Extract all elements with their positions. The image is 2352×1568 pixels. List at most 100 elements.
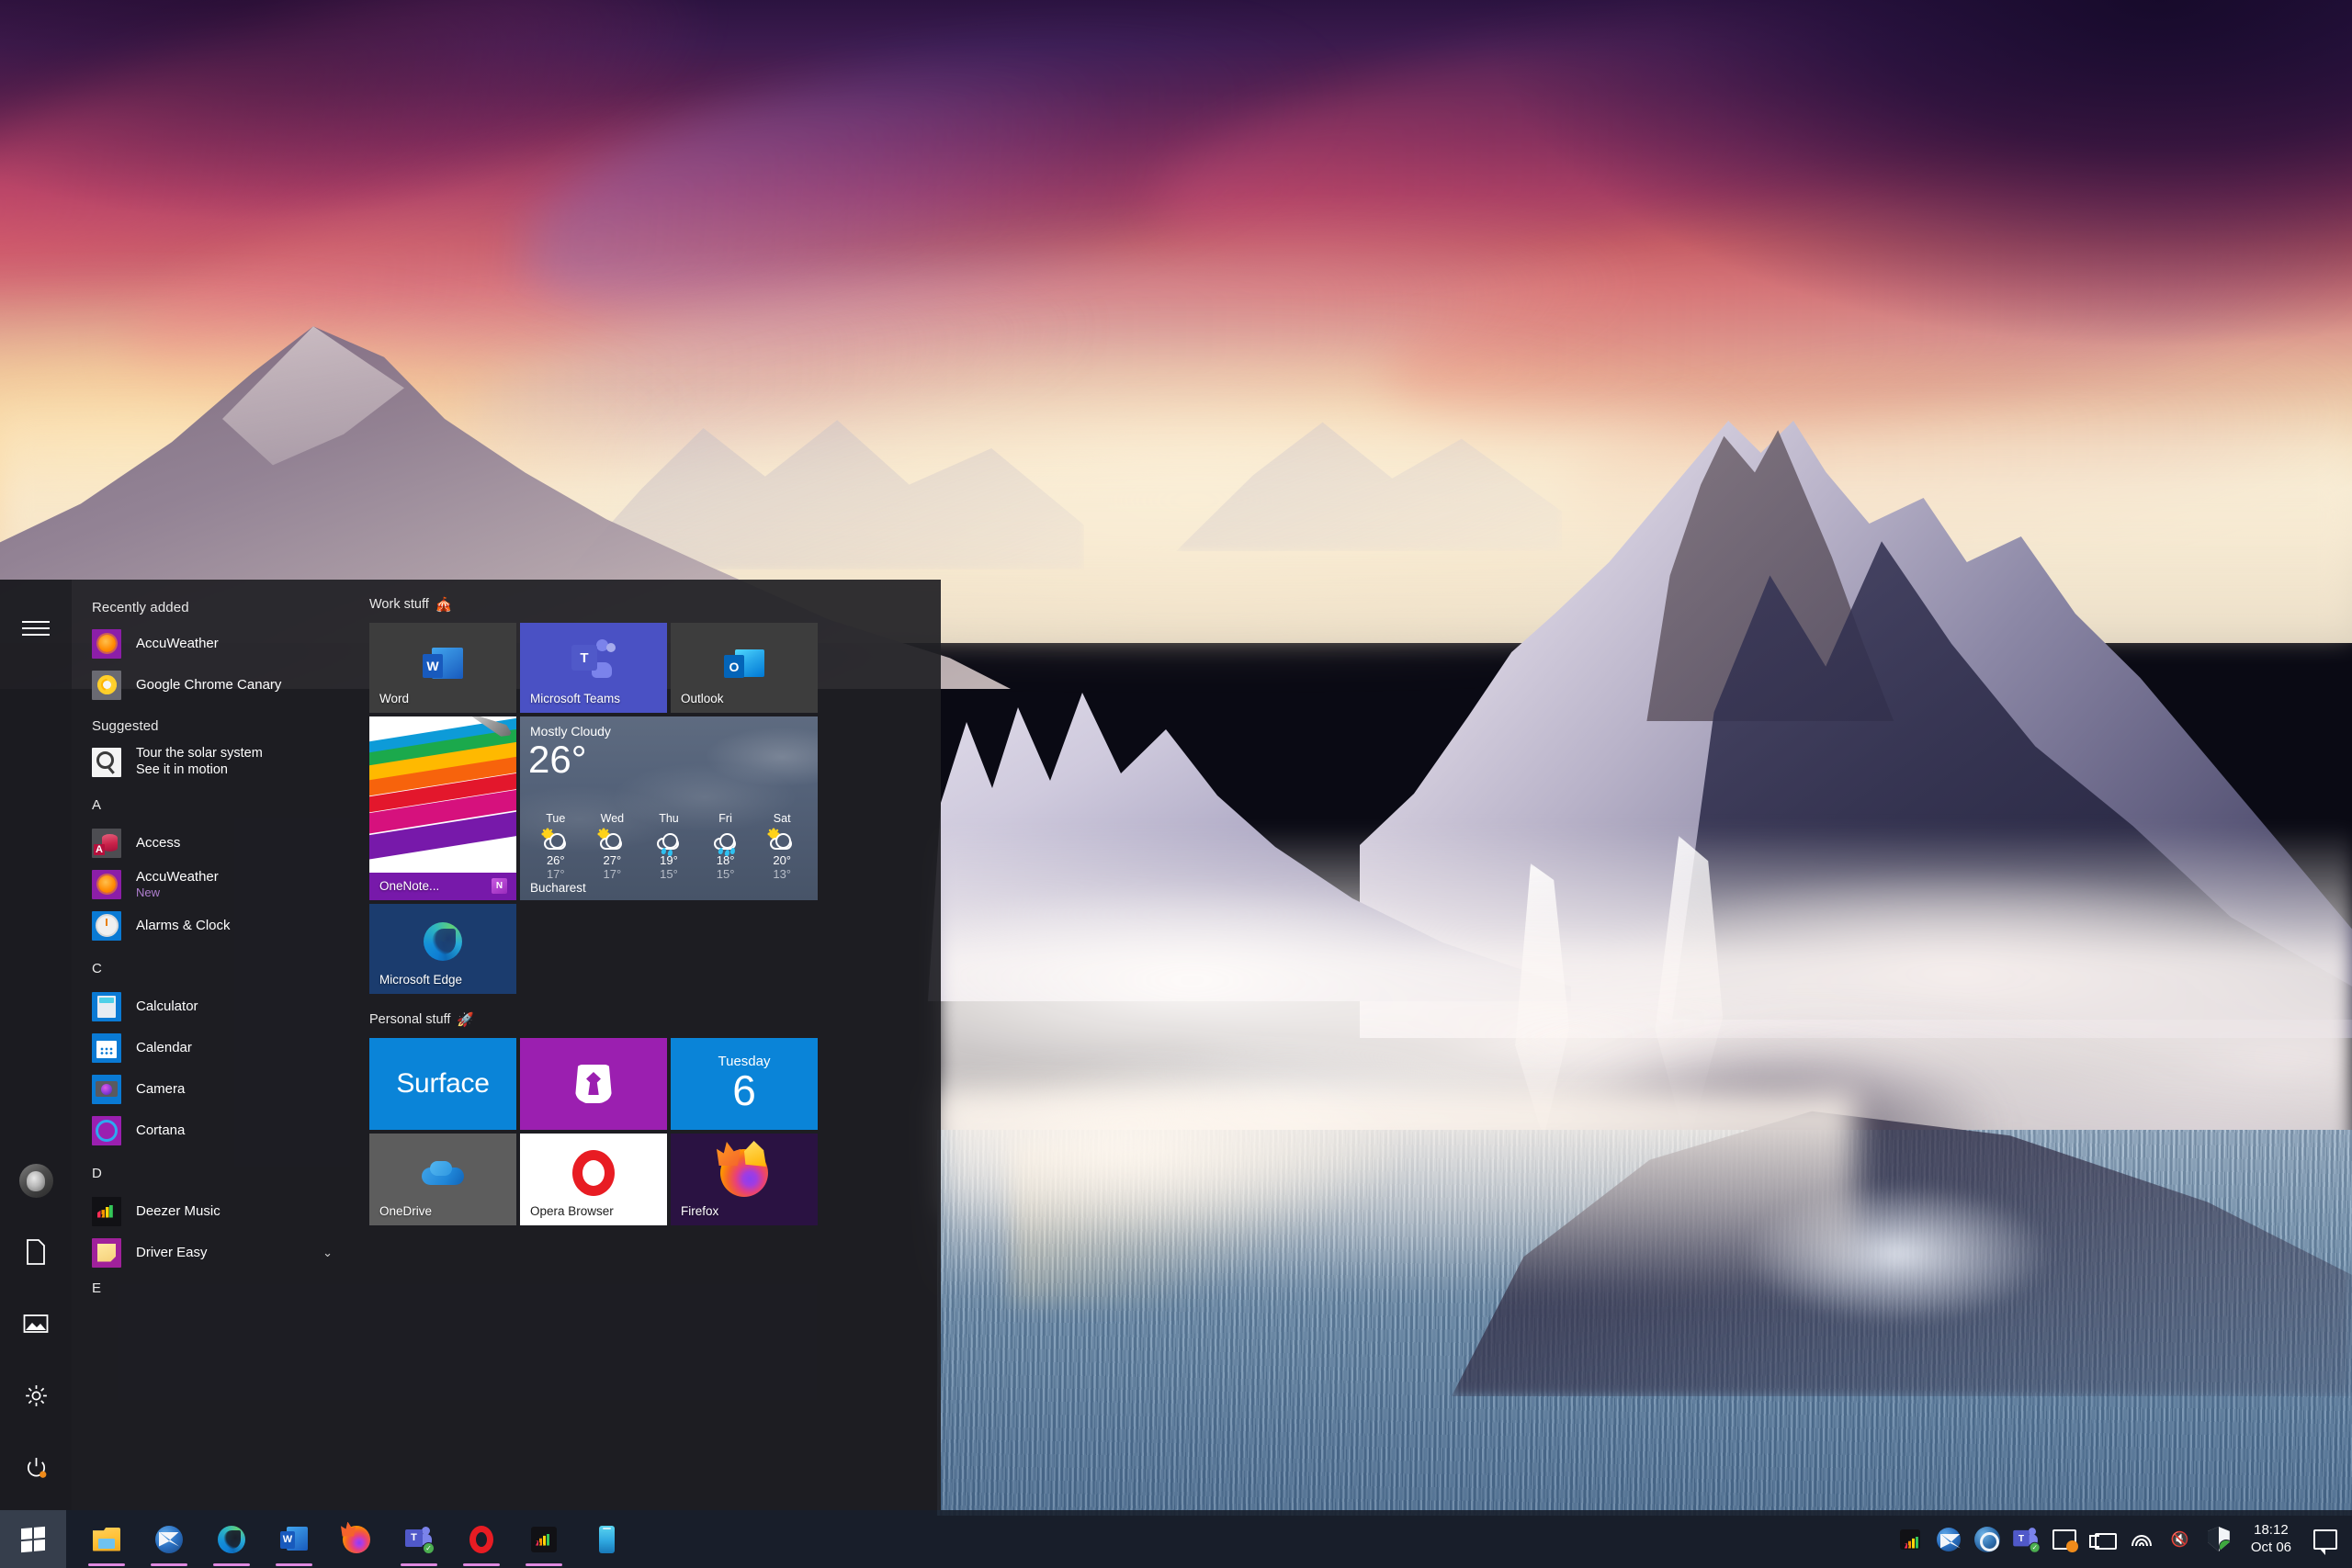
app-label-group: AccuWeather New bbox=[136, 869, 219, 899]
tray-item-thunderbird[interactable] bbox=[1929, 1510, 1968, 1568]
app-label: AccuWeather bbox=[136, 635, 219, 651]
tile-word[interactable]: Word bbox=[369, 623, 516, 713]
running-indicator bbox=[276, 1563, 312, 1566]
partly-sunny-icon bbox=[542, 829, 570, 852]
taskbar-item-word[interactable] bbox=[268, 1510, 320, 1568]
app-list-item-alarms-clock[interactable]: Alarms & Clock bbox=[72, 905, 347, 946]
app-list-item-chrome-canary[interactable]: Google Chrome Canary bbox=[72, 664, 347, 705]
forecast-day-name: Wed bbox=[600, 812, 625, 825]
tray-item-sync[interactable] bbox=[2045, 1510, 2084, 1568]
tile-calendar[interactable]: Tuesday 6 bbox=[671, 1038, 818, 1130]
app-label: Cortana bbox=[136, 1122, 186, 1138]
app-list[interactable]: Recently added AccuWeather Google Chrome… bbox=[72, 580, 347, 1510]
app-list-item-accuweather[interactable]: AccuWeather New bbox=[72, 863, 347, 905]
firefox-icon bbox=[720, 1149, 768, 1197]
start-menu-rail bbox=[0, 580, 72, 1510]
documents-button[interactable] bbox=[0, 1216, 72, 1288]
app-list-item-camera[interactable]: Camera bbox=[72, 1068, 347, 1110]
tile-group-title-work[interactable]: Work stuff 🎪 bbox=[369, 596, 941, 613]
forecast-day: Thu 19° 15° bbox=[640, 812, 697, 881]
taskbar-item-file-explorer[interactable] bbox=[81, 1510, 132, 1568]
tile-opera-browser[interactable]: Opera Browser bbox=[520, 1134, 667, 1225]
sky-dark-region bbox=[0, 0, 827, 276]
tray-item-battery[interactable] bbox=[2084, 1510, 2122, 1568]
tile-onedrive[interactable]: OneDrive bbox=[369, 1134, 516, 1225]
letter-header-d[interactable]: D bbox=[72, 1151, 347, 1190]
pictures-button[interactable] bbox=[0, 1288, 72, 1359]
action-center-button[interactable] bbox=[2304, 1510, 2346, 1568]
tile-lastpass[interactable] bbox=[520, 1038, 667, 1130]
letter-header-e[interactable]: E bbox=[72, 1273, 347, 1305]
account-button[interactable] bbox=[0, 1145, 72, 1216]
tray-item-network[interactable] bbox=[2122, 1510, 2161, 1568]
taskbar-item-opera[interactable] bbox=[456, 1510, 507, 1568]
chevron-down-icon[interactable]: ⌄ bbox=[322, 1246, 333, 1260]
hamburger-menu-button[interactable] bbox=[0, 592, 72, 664]
taskbar-clock[interactable]: 18:12 Oct 06 bbox=[2238, 1510, 2304, 1568]
tile-microsoft-edge[interactable]: Microsoft Edge bbox=[369, 904, 516, 994]
start-button[interactable] bbox=[0, 1510, 66, 1568]
recently-added-header: Recently added bbox=[92, 600, 189, 615]
forecast-icon-wrap bbox=[527, 828, 584, 853]
taskbar-item-firefox[interactable] bbox=[331, 1510, 382, 1568]
edge-icon bbox=[424, 922, 462, 961]
settings-button[interactable] bbox=[0, 1359, 72, 1431]
thunderbird-icon bbox=[1936, 1527, 1961, 1551]
taskbar-item-microsoft-teams[interactable]: T ✓ bbox=[393, 1510, 445, 1568]
forecast-day-name: Fri bbox=[718, 812, 732, 825]
tray-item-teams[interactable]: T ✓ bbox=[2007, 1510, 2045, 1568]
gear-icon bbox=[25, 1384, 47, 1406]
volume-muted-icon: 🔇 bbox=[2170, 1531, 2189, 1548]
tile-outlook[interactable]: Outlook bbox=[671, 623, 818, 713]
taskbar-item-deezer[interactable] bbox=[518, 1510, 570, 1568]
forecast-day: Tue 26° 17° bbox=[527, 812, 584, 881]
battery-plugged-icon bbox=[2088, 1530, 2117, 1550]
taskbar-item-thunderbird[interactable] bbox=[143, 1510, 195, 1568]
app-list-item-deezer-music[interactable]: Deezer Music bbox=[72, 1190, 347, 1232]
edge-icon bbox=[218, 1525, 245, 1553]
notification-icon bbox=[2313, 1529, 2337, 1555]
calendar-icon bbox=[92, 1032, 121, 1063]
tile-firefox[interactable]: Firefox bbox=[671, 1134, 818, 1225]
tray-show-hidden-icons-button[interactable] bbox=[1891, 1510, 1929, 1568]
calendar-day-number: 6 bbox=[732, 1066, 756, 1114]
app-list-item-cortana[interactable]: Cortana bbox=[72, 1110, 347, 1151]
forecast-icon-wrap bbox=[697, 828, 754, 857]
mist bbox=[937, 1056, 1415, 1240]
tile-label: Opera Browser bbox=[530, 1203, 614, 1218]
app-list-item-calculator[interactable]: Calculator bbox=[72, 986, 347, 1027]
letter-header-a[interactable]: A bbox=[72, 783, 347, 822]
taskbar-pinned-apps: T✓ bbox=[66, 1510, 632, 1568]
letter-header-c[interactable]: C bbox=[72, 946, 347, 986]
tile-microsoft-teams[interactable]: T Microsoft Teams bbox=[520, 623, 667, 713]
accuweather-icon bbox=[92, 628, 121, 659]
tray-item-volume[interactable]: 🔇 bbox=[2161, 1510, 2199, 1568]
tile-weather[interactable]: Mostly Cloudy 26° Tue 26° 17° Wed 27° 17… bbox=[520, 716, 818, 900]
app-list-item-driver-easy[interactable]: Driver Easy ⌄ bbox=[72, 1232, 347, 1273]
app-list-item-access[interactable]: Access bbox=[72, 822, 347, 863]
firefox-icon bbox=[343, 1525, 370, 1553]
document-icon bbox=[27, 1239, 45, 1265]
app-list-item-calendar[interactable]: Calendar bbox=[72, 1027, 347, 1068]
start-menu[interactable]: Recently added AccuWeather Google Chrome… bbox=[0, 580, 941, 1510]
tile-group-title-personal[interactable]: Personal stuff 🚀 bbox=[369, 1011, 941, 1028]
opera-icon bbox=[572, 1150, 615, 1196]
tile-surface[interactable]: Surface bbox=[369, 1038, 516, 1130]
tile-onenote[interactable]: OneNote... N bbox=[369, 716, 516, 900]
accuweather-icon bbox=[92, 869, 121, 899]
taskbar-item-microsoft-edge[interactable] bbox=[206, 1510, 257, 1568]
suggested-text: Tour the solar system See it in motion bbox=[136, 746, 263, 778]
running-indicator bbox=[526, 1563, 562, 1566]
weather-condition: Mostly Cloudy bbox=[530, 724, 611, 739]
app-list-item-suggested-solar-system[interactable]: Tour the solar system See it in motion bbox=[72, 741, 347, 783]
app-list-item-accuweather-recent[interactable]: AccuWeather bbox=[72, 623, 347, 664]
onenote-badge-icon: N bbox=[492, 878, 507, 894]
tray-item-steam[interactable] bbox=[1968, 1510, 2007, 1568]
tray-item-security[interactable] bbox=[2199, 1510, 2238, 1568]
tile-label: Word bbox=[379, 691, 410, 705]
deezer-icon bbox=[92, 1196, 121, 1226]
running-indicator bbox=[401, 1563, 437, 1566]
taskbar-item-your-phone[interactable] bbox=[581, 1510, 632, 1568]
power-button[interactable] bbox=[0, 1431, 72, 1503]
solar-system-icon bbox=[92, 747, 121, 777]
